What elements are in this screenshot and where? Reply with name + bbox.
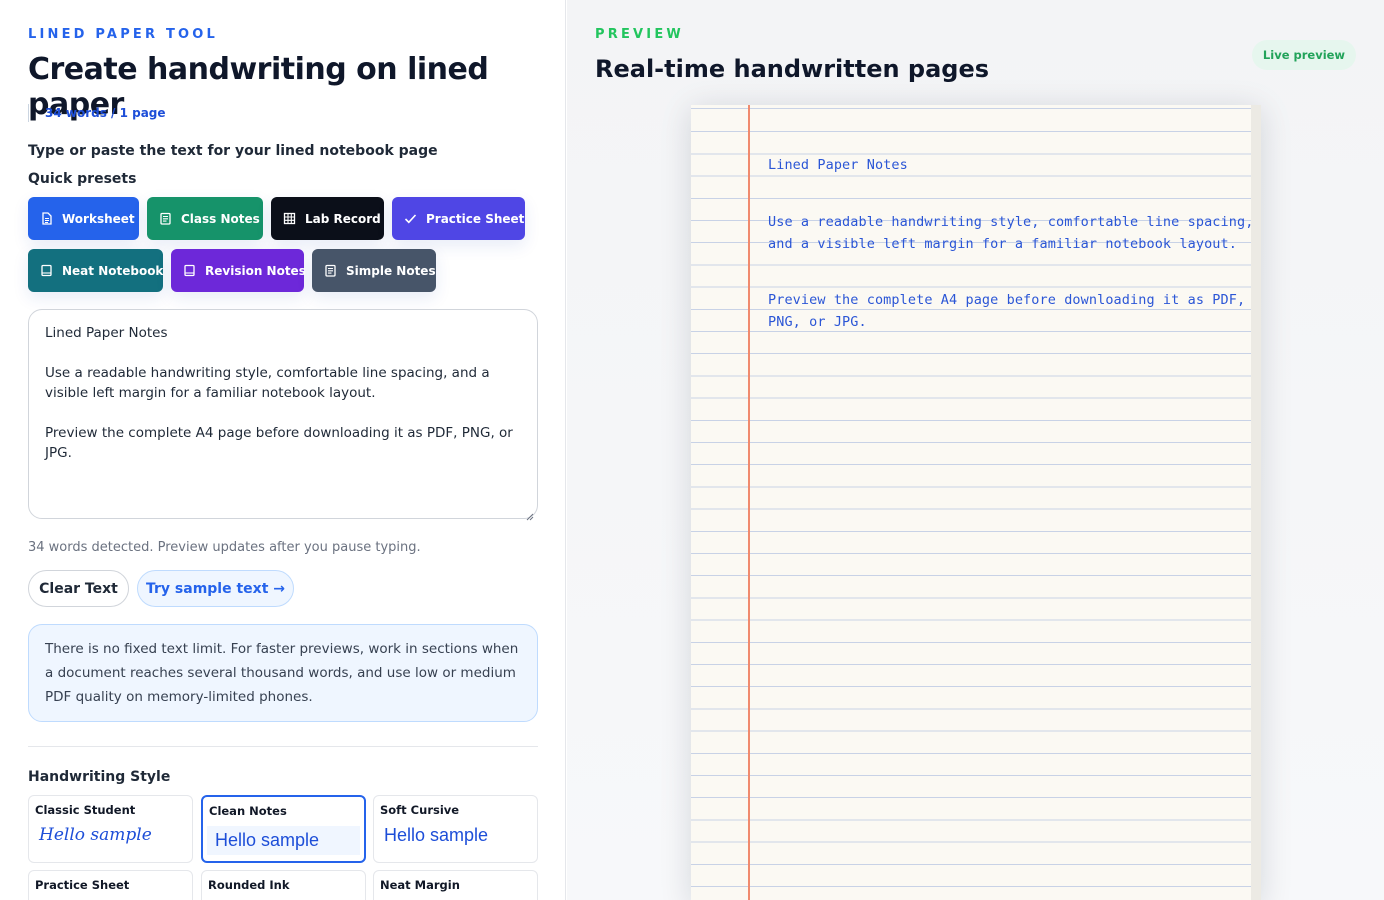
quick-presets-label: Quick presets <box>28 171 137 187</box>
handwritten-line: Preview the complete A4 page before down… <box>768 292 1246 308</box>
style-name: Clean Notes <box>209 804 287 818</box>
text-input[interactable]: Lined Paper Notes Use a readable handwri… <box>28 309 538 521</box>
check-icon <box>404 212 417 225</box>
section-divider <box>28 746 538 747</box>
style-name: Classic Student <box>35 803 136 817</box>
document-icon <box>40 212 53 225</box>
notebook-icon <box>183 264 196 277</box>
preset-neat-notebook-button[interactable]: Neat Notebook <box>28 249 163 292</box>
style-card-practice-sheet[interactable]: Practice Sheet <box>28 870 193 900</box>
try-sample-text-button[interactable]: Try sample text → <box>137 570 294 607</box>
preset-label: Worksheet <box>62 211 135 226</box>
preset-label: Simple Notes <box>346 263 436 278</box>
preset-label: Practice Sheet <box>426 211 525 226</box>
preview-title: Real-time handwritten pages <box>595 55 990 83</box>
handwriting-style-label: Handwriting Style <box>28 769 171 785</box>
preset-worksheet-button[interactable]: Worksheet <box>28 197 139 240</box>
preset-revision-notes-button[interactable]: Revision Notes <box>171 249 306 292</box>
handwritten-line: PNG, or JPG. <box>768 314 867 330</box>
grid-icon <box>283 212 296 225</box>
paper-margin-line <box>748 105 750 900</box>
notes-icon <box>324 264 337 277</box>
style-name: Rounded Ink <box>208 878 290 892</box>
preset-label: Revision Notes <box>205 263 306 278</box>
text-line: Preview the complete A4 page before down… <box>45 425 513 461</box>
handwritten-line: and a visible left margin for a familiar… <box>768 236 1237 252</box>
word-page-count: 34 words / 1 page <box>28 104 166 122</box>
preset-label: Lab Record <box>305 211 381 226</box>
live-preview-badge: Live preview <box>1252 40 1356 70</box>
preset-simple-notes-button[interactable]: Simple Notes <box>312 249 436 292</box>
preset-class-notes-button[interactable]: Class Notes <box>147 197 263 240</box>
preset-label: Class Notes <box>181 211 260 226</box>
style-sample: Hello sample <box>207 826 360 855</box>
text-line: Lined Paper Notes <box>45 325 168 341</box>
input-prompt-label: Type or paste the text for your lined no… <box>28 143 438 159</box>
info-note: There is no fixed text limit. For faster… <box>28 624 538 722</box>
handwritten-line: Lined Paper Notes <box>768 157 908 173</box>
handwritten-line: Use a readable handwriting style, comfor… <box>768 214 1254 230</box>
preset-label: Neat Notebook <box>62 263 164 278</box>
tool-eyebrow: LINED PAPER TOOL <box>28 27 218 42</box>
style-name: Neat Margin <box>380 878 460 892</box>
style-card-clean-notes[interactable]: Clean Notes Hello sample <box>201 795 366 863</box>
style-sample: Hello sample <box>39 825 152 845</box>
resize-grip-icon[interactable] <box>526 507 534 521</box>
preset-practice-sheet-button[interactable]: Practice Sheet <box>392 197 525 240</box>
lined-paper-page: Lined Paper Notes Use a readable handwri… <box>691 105 1261 900</box>
style-name: Practice Sheet <box>35 878 130 892</box>
style-card-soft-cursive[interactable]: Soft Cursive Hello sample <box>373 795 538 863</box>
preview-eyebrow: PREVIEW <box>595 27 684 42</box>
style-card-rounded-ink[interactable]: Rounded Ink <box>201 870 366 900</box>
text-line: Use a readable handwriting style, comfor… <box>45 365 490 401</box>
style-sample: Hello sample <box>384 825 489 845</box>
style-card-classic-student[interactable]: Classic Student Hello sample <box>28 795 193 863</box>
style-card-neat-margin[interactable]: Neat Margin <box>373 870 538 900</box>
notebook-icon <box>40 264 53 277</box>
style-name: Soft Cursive <box>380 803 460 817</box>
editor-panel: LINED PAPER TOOL Create handwriting on l… <box>0 0 566 900</box>
clear-text-button[interactable]: Clear Text <box>28 570 129 607</box>
preset-lab-record-button[interactable]: Lab Record <box>271 197 384 240</box>
notes-icon <box>159 212 172 225</box>
preview-panel: PREVIEW Real-time handwritten pages Live… <box>567 0 1384 900</box>
word-count-status: 34 words detected. Preview updates after… <box>28 540 421 555</box>
